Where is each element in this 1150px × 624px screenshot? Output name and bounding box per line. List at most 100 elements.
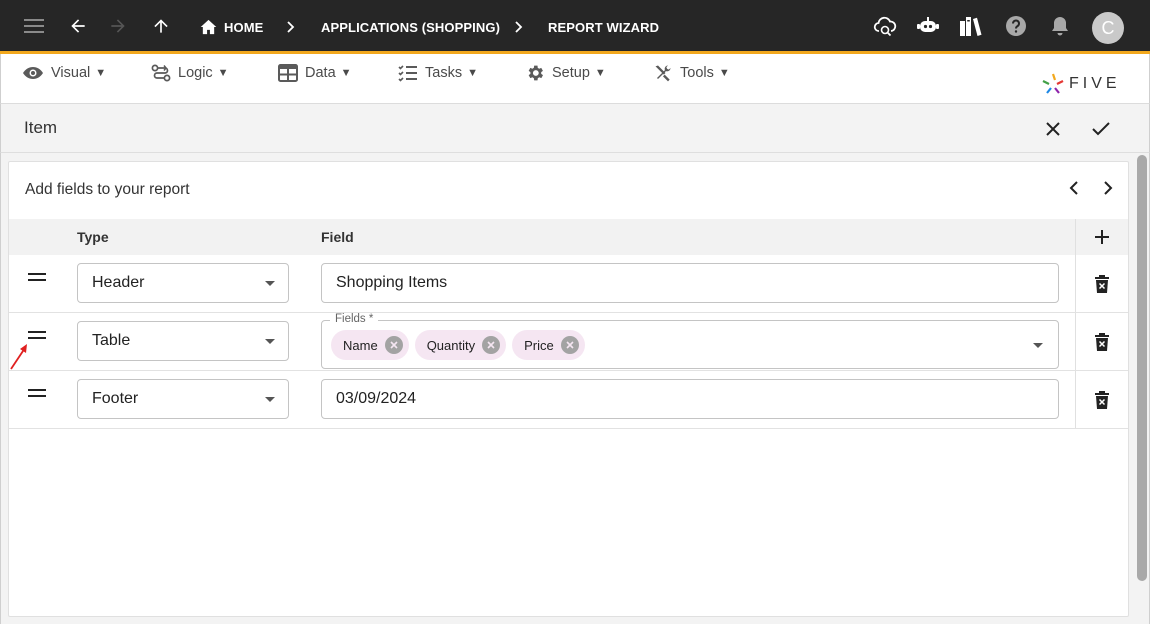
chevron-down-icon: ▼ [340, 67, 352, 79]
delete-row-button[interactable] [1075, 313, 1128, 370]
chevron-down-icon: ▼ [95, 67, 107, 79]
menu-setup[interactable]: Setup ▼ [525, 62, 606, 84]
chip-label: Name [343, 337, 378, 353]
menu-data[interactable]: Data ▼ [278, 62, 352, 84]
dropdown-arrow-icon [265, 281, 275, 286]
menu-tools-label: Tools [680, 65, 714, 81]
checklist-icon [398, 65, 417, 82]
dropdown-arrow-icon[interactable] [1033, 343, 1043, 348]
type-select-value: Header [92, 274, 145, 291]
field-chip[interactable]: Price [512, 330, 585, 360]
menu-data-label: Data [305, 65, 336, 81]
eye-icon [23, 67, 43, 79]
menu-tasks-label: Tasks [425, 65, 463, 81]
field-input[interactable]: 03/09/2024 [321, 379, 1059, 419]
item-title: Item [24, 118, 58, 137]
close-button[interactable] [1040, 116, 1066, 142]
menu-visual[interactable]: Visual ▼ [22, 62, 106, 84]
breadcrumb-home[interactable]: HOME [200, 0, 263, 54]
field-input-value: Shopping Items [336, 274, 448, 291]
chip-remove-icon[interactable] [482, 336, 501, 354]
column-header-type: Type [77, 229, 109, 245]
breadcrumb-home-label: HOME [224, 19, 264, 35]
top-bar: HOME APPLICATIONS (SHOPPING) REPORT WIZA… [0, 0, 1150, 54]
fields-multiselect[interactable]: Fields * Name Quantity Price [321, 313, 1059, 369]
hamburger-menu-icon[interactable] [21, 13, 47, 39]
type-select-value: Footer [92, 390, 139, 407]
avatar-initial: C [1101, 17, 1115, 38]
library-books-icon[interactable] [958, 13, 984, 39]
cloud-sync-icon[interactable] [872, 13, 898, 39]
item-header: Item [0, 104, 1150, 153]
confirm-button[interactable] [1088, 116, 1114, 142]
drag-handle-icon[interactable] [28, 273, 46, 283]
content-area: Add fields to your report Type Field Hea… [0, 153, 1150, 624]
menu-visual-label: Visual [51, 65, 91, 81]
table-row: Table Fields * Name Quantity Price [9, 313, 1128, 371]
chip-label: Quantity [426, 337, 476, 353]
five-logo-text: FIVE [1069, 75, 1121, 92]
user-avatar[interactable]: C [1092, 12, 1124, 44]
menu-logic-label: Logic [178, 65, 213, 81]
logic-flow-icon [151, 64, 171, 82]
field-chip[interactable]: Name [331, 330, 409, 360]
up-arrow-icon[interactable] [148, 13, 174, 39]
menu-tools[interactable]: Tools ▼ [653, 62, 730, 84]
gear-icon [528, 65, 543, 81]
plus-icon [1095, 230, 1109, 244]
next-step-button[interactable] [1096, 176, 1120, 200]
chip-remove-icon[interactable] [384, 336, 403, 354]
breadcrumb-applications-label: APPLICATIONS (SHOPPING) [321, 19, 501, 35]
field-chip[interactable]: Quantity [414, 330, 507, 360]
chatbot-icon[interactable] [915, 13, 941, 39]
delete-icon [1095, 332, 1109, 351]
chevron-down-icon: ▼ [718, 67, 730, 79]
breadcrumb-applications[interactable]: APPLICATIONS (SHOPPING) [321, 0, 500, 54]
vertical-scrollbar[interactable] [1137, 155, 1147, 581]
menu-tasks[interactable]: Tasks ▼ [398, 62, 478, 84]
table-row: Header Shopping Items [9, 255, 1128, 313]
add-row-button[interactable] [1075, 219, 1128, 255]
menu-setup-label: Setup [552, 65, 590, 81]
table-grid-icon [278, 64, 298, 82]
help-icon[interactable] [1003, 13, 1029, 39]
menu-bar: Visual ▼ Logic ▼ Data ▼ Tasks ▼ Setup ▼ … [0, 54, 1150, 104]
type-select[interactable]: Footer [77, 379, 289, 419]
home-icon [200, 19, 217, 35]
wizard-step-title: Add fields to your report [25, 181, 190, 198]
chevron-down-icon: ▼ [467, 67, 478, 79]
type-select-value: Table [92, 332, 131, 349]
wizard-card: Add fields to your report Type Field Hea… [8, 161, 1129, 617]
forward-arrow-icon[interactable] [105, 13, 131, 39]
dropdown-arrow-icon [265, 397, 275, 402]
column-header-field: Field [321, 229, 354, 245]
type-select[interactable]: Table [77, 321, 289, 361]
previous-step-button[interactable] [1062, 176, 1086, 200]
menu-logic[interactable]: Logic ▼ [151, 62, 229, 84]
breadcrumb-separator-icon [514, 0, 524, 54]
chevron-down-icon: ▼ [594, 67, 606, 79]
chip-remove-icon[interactable] [560, 336, 579, 354]
dropdown-arrow-icon [265, 339, 275, 344]
fields-multiselect-label: Fields * [330, 313, 379, 325]
drag-handle-icon[interactable] [28, 389, 46, 399]
chip-label: Price [524, 337, 554, 353]
five-logo-icon [1042, 73, 1064, 94]
chip-list: Name Quantity Price [331, 330, 585, 360]
table-row: Footer 03/09/2024 [9, 371, 1128, 429]
annotation-arrow-icon [10, 344, 27, 370]
check-icon [1092, 122, 1110, 136]
delete-row-button[interactable] [1075, 255, 1128, 312]
breadcrumb-report-wizard-label: REPORT WIZARD [548, 19, 660, 35]
field-input-value: 03/09/2024 [336, 390, 417, 407]
delete-row-button[interactable] [1075, 371, 1128, 428]
breadcrumb-separator-icon [286, 0, 296, 54]
field-input[interactable]: Shopping Items [321, 263, 1059, 303]
type-select[interactable]: Header [77, 263, 289, 303]
five-logo: FIVE [1041, 72, 1121, 96]
breadcrumb-report-wizard: REPORT WIZARD [548, 0, 659, 54]
chevron-right-icon [1104, 181, 1113, 195]
back-arrow-icon[interactable] [65, 13, 91, 39]
close-icon [1046, 122, 1060, 136]
notification-bell-icon[interactable] [1047, 13, 1073, 39]
